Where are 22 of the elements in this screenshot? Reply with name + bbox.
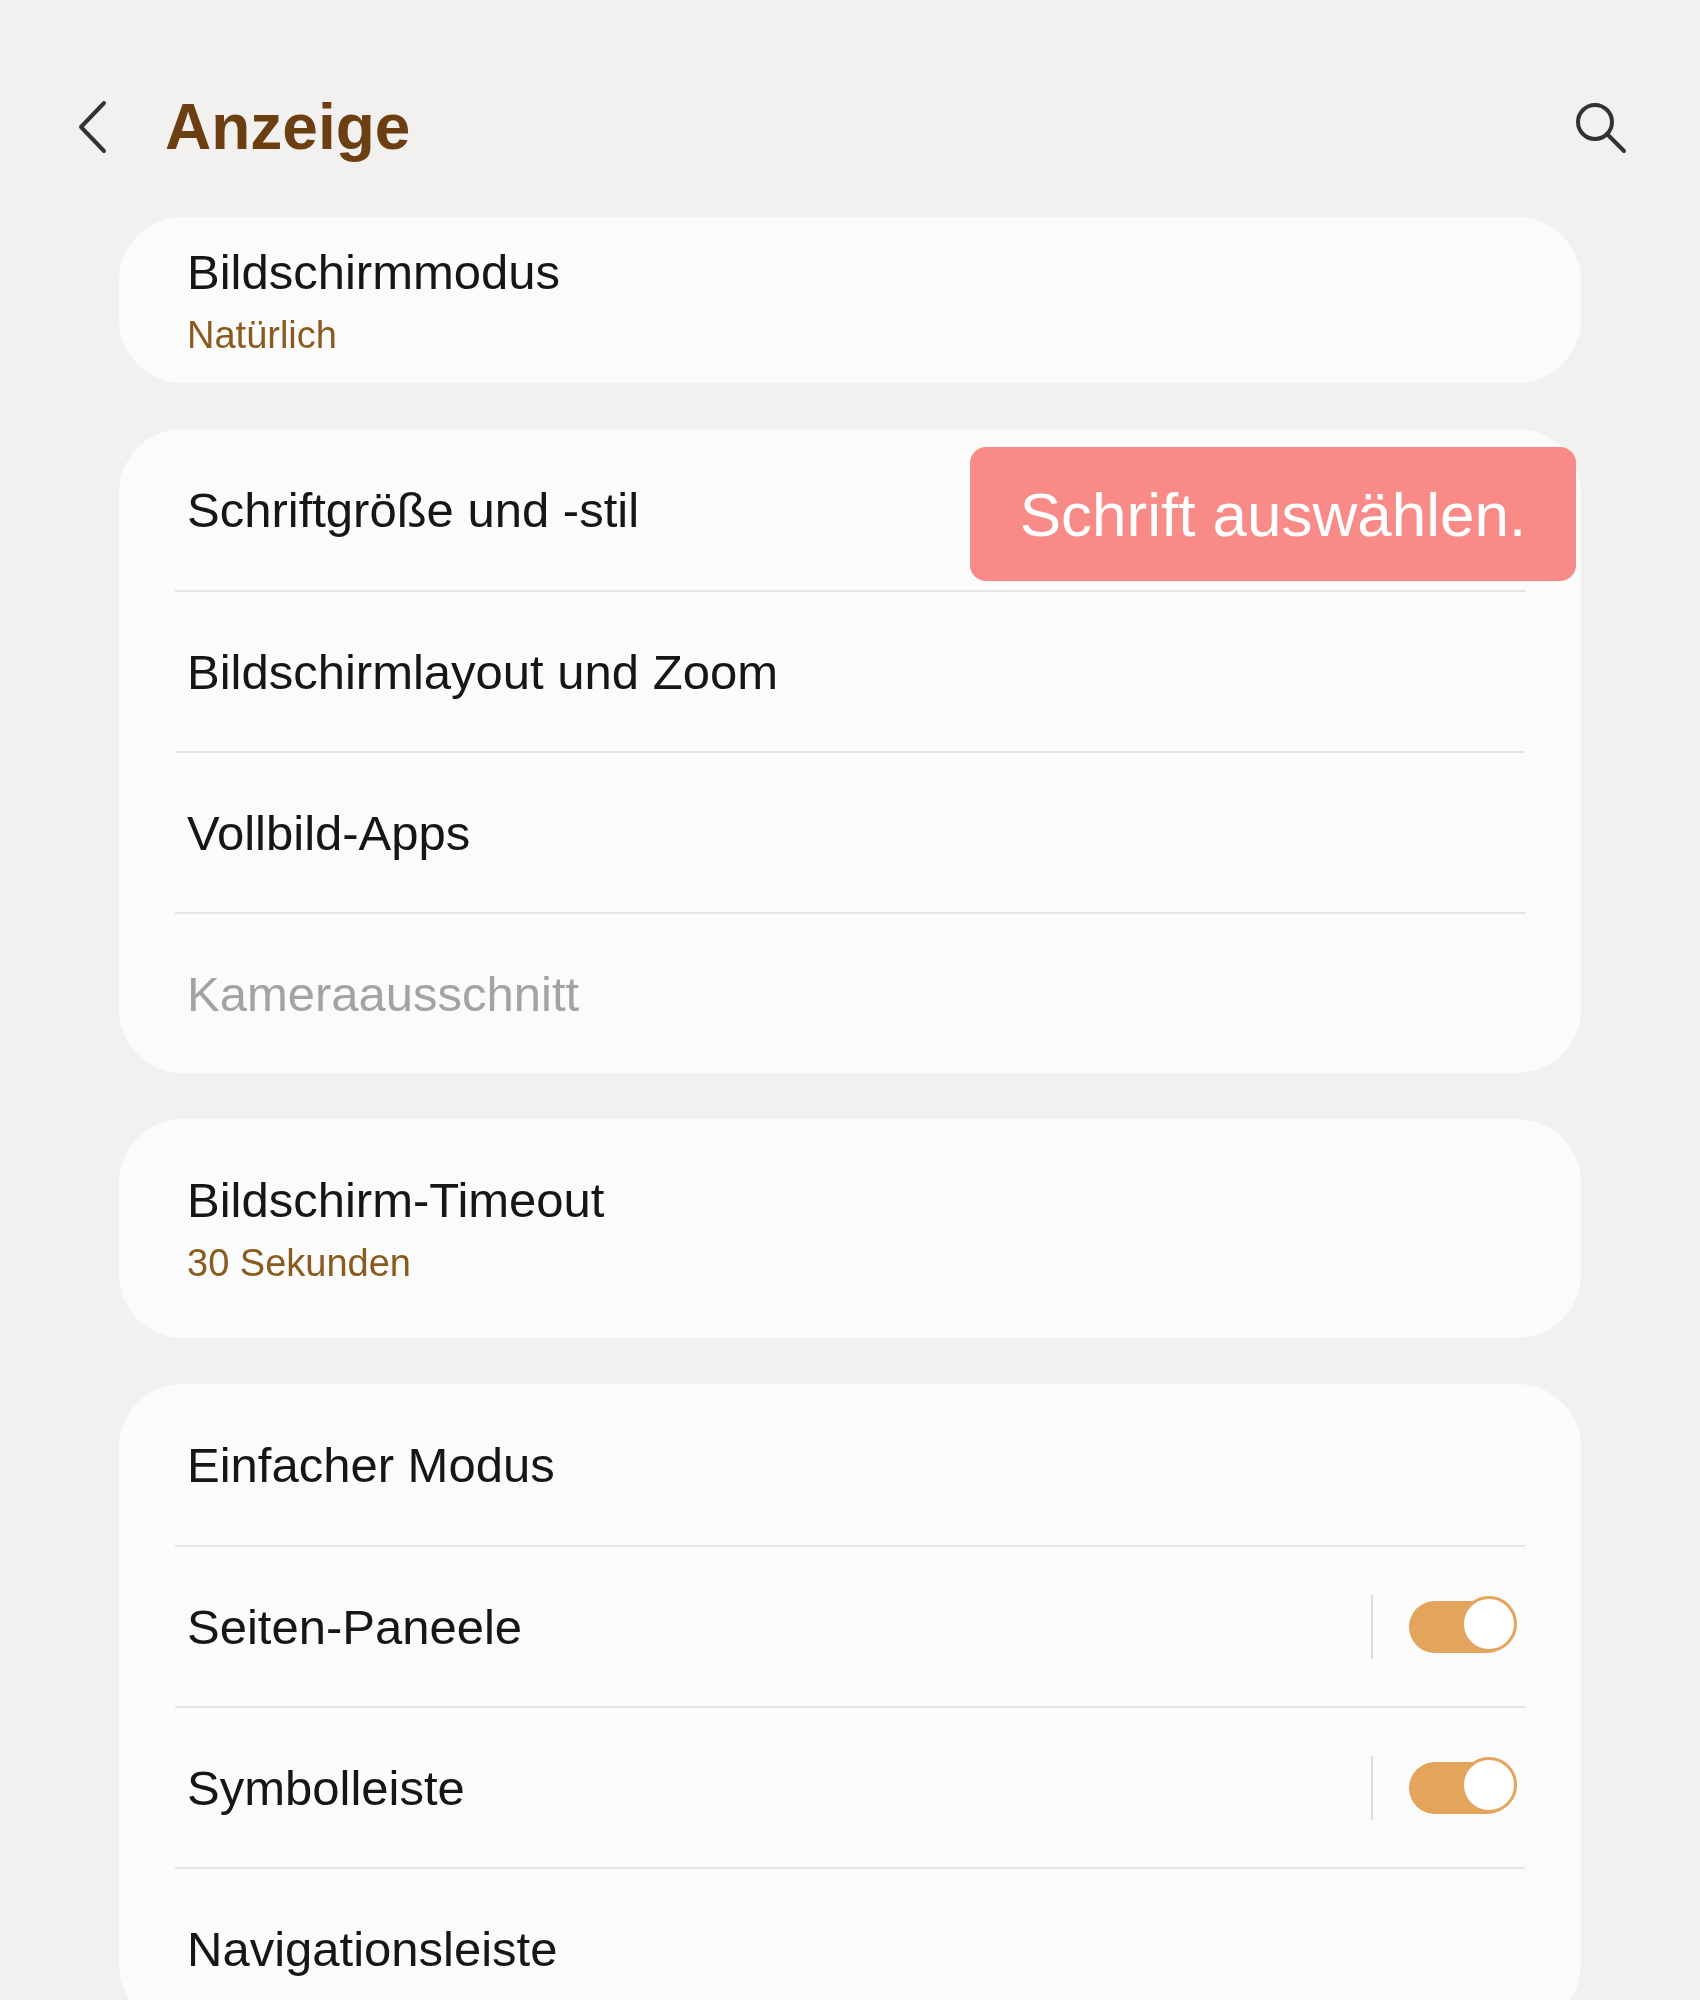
settings-row[interactable]: Bildschirmmodus Natürlich	[175, 217, 1525, 383]
settings-row[interactable]: Navigationsleiste	[175, 1867, 1525, 2000]
settings-row[interactable]: Bildschirm-Timeout 30 Sekunden	[175, 1119, 1525, 1338]
setting-title: Bildschirm-Timeout	[187, 1172, 605, 1228]
settings-row[interactable]: Symbolleiste	[175, 1706, 1525, 1867]
back-icon	[76, 98, 108, 155]
settings-row[interactable]: Vollbild-Apps	[175, 751, 1525, 912]
setting-title: Einfacher Modus	[187, 1436, 555, 1493]
page-title: Anzeige	[165, 89, 412, 164]
setting-title: Bildschirmlayout und Zoom	[187, 643, 778, 700]
setting-title: Bildschirmmodus	[187, 243, 561, 300]
setting-title: Navigationsleiste	[187, 1920, 558, 1977]
hint-tooltip: Schrift auswählen.	[970, 447, 1576, 581]
settings-row[interactable]: Einfacher Modus	[175, 1384, 1525, 1545]
setting-title: Kameraausschnitt	[187, 965, 580, 1022]
setting-title: Vollbild-Apps	[187, 804, 471, 861]
settings-row[interactable]: Seiten-Paneele	[175, 1545, 1525, 1706]
setting-value: 30 Sekunden	[187, 1242, 411, 1285]
setting-title: Seiten-Paneele	[187, 1598, 523, 1655]
setting-title: Symbolleiste	[187, 1759, 465, 1816]
setting-value: Natürlich	[187, 313, 337, 357]
settings-row[interactable]: Bildschirmlayout und Zoom	[175, 590, 1525, 751]
